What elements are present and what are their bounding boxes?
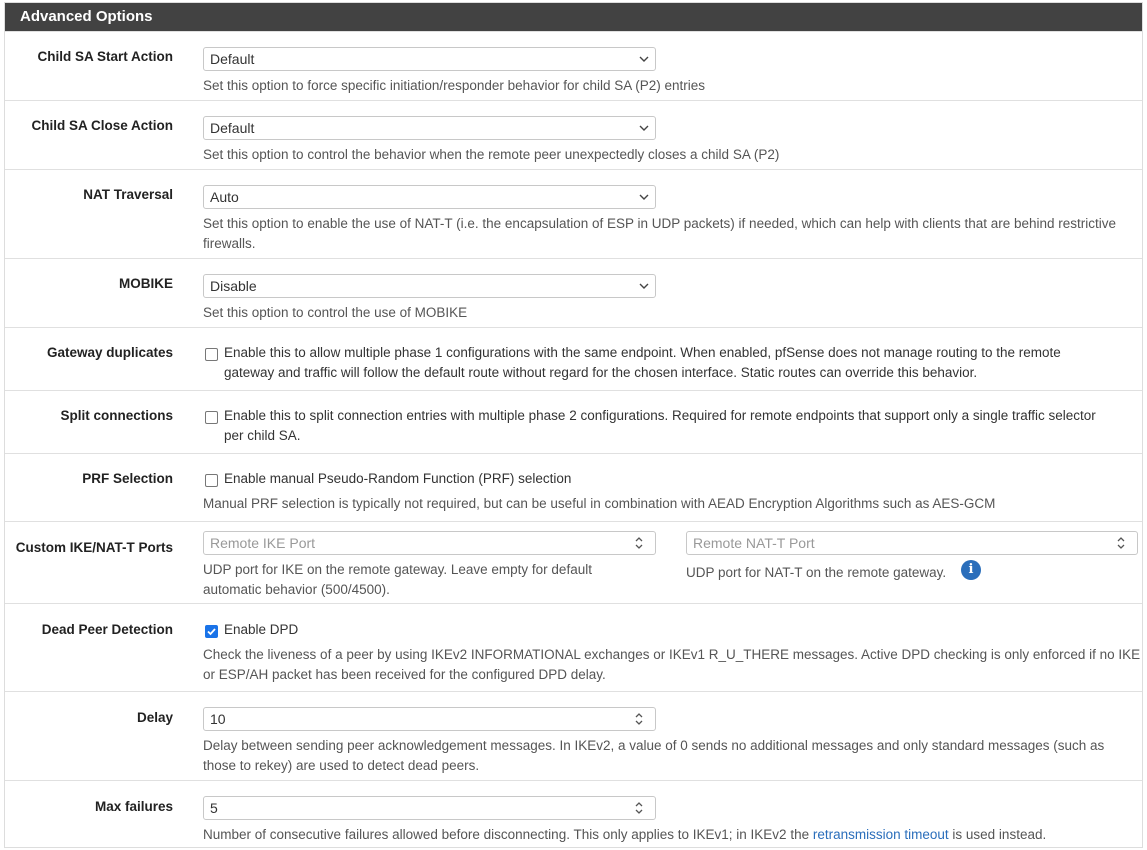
max-failures-help-prefix: Number of consecutive failures allowed b… [203,827,813,842]
child-sa-start-select-wrap[interactable]: Default [203,47,656,71]
row-prf-selection: PRF Selection Enable manual Pseudo-Rando… [5,453,1142,521]
remote-ike-port-help-2: automatic behavior (500/4500). [203,582,390,597]
remote-ike-port-help-1: UDP port for IKE on the remote gateway. … [203,562,592,577]
child-sa-close-select-wrap[interactable]: Default [203,116,656,140]
nat-traversal-help-2: firewalls. [203,236,256,251]
row-max-failures: Max failures 5 Number of consecutive fai… [5,780,1142,847]
row-dpd: Dead Peer Detection Enable DPD Check the… [5,603,1142,691]
nat-traversal-select-wrap[interactable]: Auto [203,185,656,209]
prf-selection-help: Manual PRF selection is typically not re… [203,496,996,511]
nat-traversal-label: NAT Traversal [83,187,173,202]
split-connections-text-1: Enable this to split connection entries … [224,408,1096,423]
prf-selection-label: PRF Selection [82,471,173,486]
dpd-label: Dead Peer Detection [41,622,173,637]
child-sa-close-select[interactable]: Default [203,116,656,140]
spinner-icon[interactable] [634,711,644,727]
remote-natt-port-help: UDP port for NAT-T on the remote gateway… [686,565,947,580]
row-child-sa-close: Child SA Close Action Default Set this o… [5,100,1142,169]
max-failures-help-suffix: is used instead. [948,827,1047,842]
child-sa-close-label: Child SA Close Action [31,118,173,133]
dpd-help-2: or ESP/AH packet has been received for t… [203,667,606,682]
row-split-connections: Split connections Enable this to split c… [5,390,1142,453]
panel-title: Advanced Options [5,3,1142,31]
dpd-help-1: Check the liveness of a peer by using IK… [203,647,1141,662]
row-gateway-duplicates: Gateway duplicates Enable this to allow … [5,327,1142,390]
mobike-select-wrap[interactable]: Disable [203,274,656,298]
info-icon[interactable]: i [961,560,981,580]
nat-traversal-help-1: Set this option to enable the use of NAT… [203,216,1117,231]
mobike-help: Set this option to control the use of MO… [203,305,468,320]
child-sa-start-select[interactable]: Default [203,47,656,71]
max-failures-input[interactable]: 5 [203,796,656,820]
dpd-checkbox[interactable] [205,625,218,638]
delay-help-2: those to rekey) are used to detect dead … [203,758,480,773]
retransmission-timeout-link[interactable]: retransmission timeout [813,827,949,842]
row-delay: Delay 10 Delay between sending peer ackn… [5,691,1142,780]
spinner-icon[interactable] [634,535,644,551]
row-custom-ports: Custom IKE/NAT-T Ports Remote IKE Port U… [5,521,1142,603]
gateway-duplicates-checkbox[interactable] [205,348,218,361]
gateway-duplicates-text-1: Enable this to allow multiple phase 1 co… [224,345,1061,360]
prf-selection-checkbox[interactable] [205,474,218,487]
custom-ports-label: Custom IKE/NAT-T Ports [15,540,173,555]
spinner-icon[interactable] [1116,535,1126,551]
split-connections-checkbox[interactable] [205,411,218,424]
max-failures-label: Max failures [94,799,173,814]
delay-help-1: Delay between sending peer acknowledgeme… [203,738,1105,753]
child-sa-start-label: Child SA Start Action [37,49,173,64]
checkmark-icon [207,628,216,636]
mobike-label: MOBIKE [119,276,173,291]
split-connections-label: Split connections [60,408,173,423]
max-failures-help: Number of consecutive failures allowed b… [203,825,1046,845]
row-nat-traversal: NAT Traversal Auto Set this option to en… [5,169,1142,258]
nat-traversal-select[interactable]: Auto [203,185,656,209]
gateway-duplicates-label: Gateway duplicates [46,345,173,360]
delay-input[interactable]: 10 [203,707,656,731]
child-sa-start-help: Set this option to force specific initia… [203,78,706,93]
gateway-duplicates-text-2: gateway and traffic will follow the defa… [224,365,978,380]
spinner-icon[interactable] [634,800,644,816]
advanced-options-panel: Advanced Options Child SA Start Action D… [4,2,1143,848]
split-connections-text-2: per child SA. [224,428,301,443]
dpd-text: Enable DPD [224,622,299,637]
child-sa-close-help: Set this option to control the behavior … [203,147,780,162]
mobike-select[interactable]: Disable [203,274,656,298]
row-child-sa-start: Child SA Start Action Default Set this o… [5,31,1142,100]
remote-natt-port-input[interactable]: Remote NAT-T Port [686,531,1138,555]
row-mobike: MOBIKE Disable Set this option to contro… [5,258,1142,327]
prf-selection-text: Enable manual Pseudo-Random Function (PR… [224,471,572,486]
remote-ike-port-input[interactable]: Remote IKE Port [203,531,656,555]
delay-label: Delay [136,710,173,725]
